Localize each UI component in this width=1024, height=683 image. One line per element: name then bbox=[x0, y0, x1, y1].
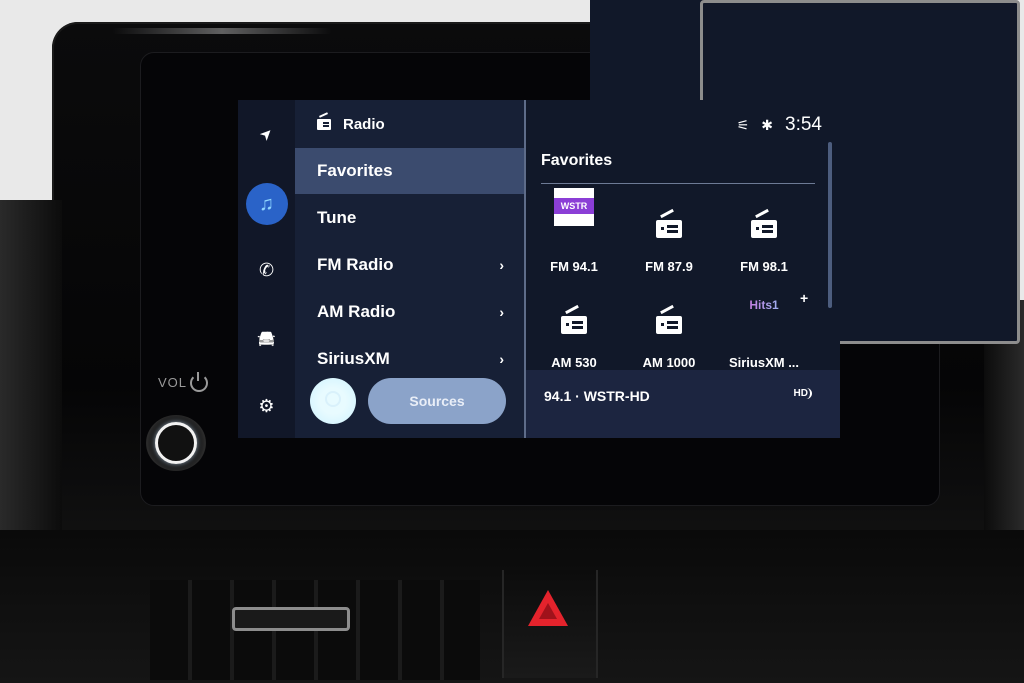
favorite-tile-am-1000[interactable]: AM 1000 bbox=[624, 292, 714, 378]
now-playing-station: 94.1 · WSTR-HD bbox=[544, 388, 650, 404]
radio-icon bbox=[561, 316, 587, 334]
vent-adjuster-left[interactable] bbox=[232, 607, 350, 631]
vol-label: VOL bbox=[158, 375, 188, 390]
tile-label: FM 98.1 bbox=[740, 259, 788, 274]
radio-icon bbox=[317, 119, 331, 130]
tile-label: FM 94.1 bbox=[550, 259, 598, 274]
mute-icon: ⚟ bbox=[736, 116, 750, 133]
menu-item-siriusxm[interactable]: SiriusXM › bbox=[295, 336, 524, 382]
station-logo-text: WSTR bbox=[554, 198, 594, 214]
navigation-icon: ➤ bbox=[256, 123, 278, 145]
menu-item-label: FM Radio bbox=[317, 255, 394, 274]
volume-knob-ring[interactable] bbox=[155, 422, 197, 464]
clock: 3:54 bbox=[785, 114, 822, 135]
menu-item-label: AM Radio bbox=[317, 302, 396, 321]
app-rail: ➤ ♫ ✆ 🚘 ⚙ bbox=[238, 100, 295, 438]
tile-label: FM 87.9 bbox=[645, 259, 693, 274]
favorites-title: Favorites bbox=[541, 152, 613, 169]
sirius-channel-logo-icon: Hits1 bbox=[719, 298, 809, 312]
rail-settings[interactable]: ⚙ bbox=[238, 386, 295, 426]
favorite-tile-am-530[interactable]: AM 530 bbox=[529, 292, 619, 378]
tile-label: AM 1000 bbox=[642, 355, 696, 370]
menu-header-title: Radio bbox=[343, 116, 385, 133]
rail-media[interactable]: ♫ bbox=[238, 183, 295, 225]
chevron-right-icon: › bbox=[499, 257, 504, 273]
menu-item-favorites[interactable]: Favorites bbox=[295, 148, 524, 194]
phone-icon: ✆ bbox=[258, 259, 275, 280]
rail-phone[interactable]: ✆ bbox=[238, 250, 295, 290]
infotainment-screen: ➤ ♫ ✆ 🚘 ⚙ Radio Favorites Tune FM Radio … bbox=[238, 100, 840, 438]
menu-item-tune[interactable]: Tune bbox=[295, 195, 524, 241]
music-glyph: ♫ bbox=[259, 192, 274, 215]
favorite-tile-fm-94-1[interactable]: WSTR FM 94.1 bbox=[529, 188, 619, 282]
menu-item-label: Favorites bbox=[317, 161, 393, 180]
favorite-tile-fm-87-9[interactable]: FM 87.9 bbox=[624, 196, 714, 282]
chevron-right-icon: › bbox=[499, 351, 504, 367]
bezel-reflection bbox=[112, 28, 332, 34]
favorite-tile-siriusxm[interactable]: Hits1 SiriusXM ... bbox=[719, 292, 809, 378]
menu-item-label: Tune bbox=[317, 208, 357, 227]
menu-item-label: SiriusXM bbox=[317, 349, 390, 368]
menu-header: Radio bbox=[317, 116, 385, 133]
now-playing-bar[interactable]: 94.1 · WSTR-HD HD bbox=[526, 370, 840, 438]
scrollbar[interactable] bbox=[828, 142, 832, 308]
hd-radio-icon: HD bbox=[794, 388, 812, 399]
menu-item-am-radio[interactable]: AM Radio › bbox=[295, 289, 524, 335]
search-button[interactable] bbox=[310, 378, 356, 424]
hazard-icon-inner bbox=[539, 603, 557, 619]
radio-icon bbox=[656, 316, 682, 334]
power-icon bbox=[190, 372, 208, 392]
car-icon: 🚘 bbox=[257, 330, 276, 347]
music-icon: ♫ bbox=[245, 183, 288, 225]
radio-icon bbox=[751, 220, 777, 238]
tile-label: SiriusXM ... bbox=[728, 355, 800, 370]
rail-vehicle[interactable]: 🚘 bbox=[238, 318, 295, 358]
favorites-divider bbox=[541, 183, 815, 184]
radio-menu: Radio Favorites Tune FM Radio › AM Radio… bbox=[295, 100, 524, 438]
sources-button[interactable]: Sources bbox=[368, 378, 506, 424]
gear-icon: ⚙ bbox=[258, 395, 275, 416]
radio-icon bbox=[656, 220, 682, 238]
rail-navigation[interactable]: ➤ bbox=[238, 114, 295, 154]
bluetooth-icon: ✱ bbox=[761, 116, 774, 133]
tile-label: AM 530 bbox=[551, 355, 597, 370]
favorites-panel: ⚟ ✱ 3:54 Favorites WSTR FM 94.1 FM 87.9 … bbox=[526, 100, 840, 438]
favorite-tile-fm-98-1[interactable]: FM 98.1 bbox=[719, 196, 809, 282]
station-logo-icon: WSTR bbox=[554, 188, 594, 226]
status-bar: ⚟ ✱ 3:54 bbox=[737, 114, 822, 136]
search-icon bbox=[325, 391, 341, 407]
menu-item-fm-radio[interactable]: FM Radio › bbox=[295, 242, 524, 288]
chevron-right-icon: › bbox=[499, 304, 504, 320]
